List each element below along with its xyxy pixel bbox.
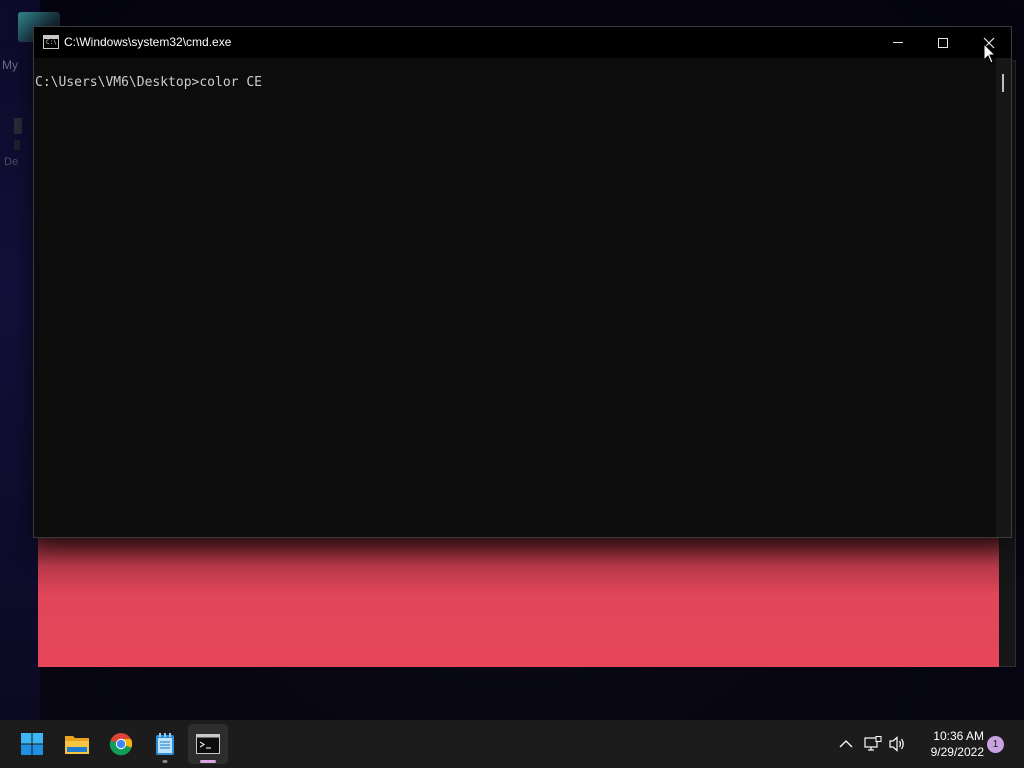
taskbar-chrome[interactable] bbox=[101, 724, 141, 764]
volume-button[interactable] bbox=[886, 732, 910, 756]
background-window-red-content bbox=[38, 537, 999, 667]
cmd-icon-prompt: C:\ bbox=[46, 39, 57, 46]
desktop-icon-fragment bbox=[14, 118, 22, 134]
window-title: C:\Windows\system32\cmd.exe bbox=[64, 35, 232, 49]
minimize-button[interactable] bbox=[875, 27, 921, 58]
cmd-window[interactable]: C:\ C:\Windows\system32\cmd.exe C:\Users… bbox=[33, 26, 1012, 538]
vertical-scrollbar[interactable] bbox=[996, 58, 1011, 537]
cmd-app-icon[interactable]: C:\ bbox=[43, 35, 59, 49]
clock-time: 10:36 AM bbox=[933, 729, 984, 743]
desktop-icon-label: De bbox=[4, 156, 19, 168]
chrome-icon bbox=[109, 733, 133, 756]
active-indicator bbox=[200, 760, 216, 763]
taskbar-command-prompt[interactable] bbox=[188, 724, 228, 764]
maximize-icon bbox=[938, 37, 948, 48]
console-prompt-line: C:\Users\VM6\Desktop>color CE bbox=[35, 75, 262, 90]
speaker-icon bbox=[889, 736, 904, 752]
console-output[interactable]: C:\Users\VM6\Desktop>color CE bbox=[34, 58, 996, 537]
desktop-icon-fragment bbox=[14, 140, 20, 150]
clock-date: 9/29/2022 bbox=[930, 745, 984, 759]
chevron-up-icon bbox=[839, 740, 853, 748]
taskbar-file-explorer[interactable] bbox=[57, 724, 97, 764]
network-button[interactable] bbox=[861, 732, 885, 756]
windows-start-icon bbox=[21, 733, 43, 755]
folder-icon bbox=[65, 736, 89, 754]
minimize-icon bbox=[893, 42, 903, 43]
terminal-icon bbox=[196, 734, 220, 754]
clock-button[interactable]: 10:36 AM 9/29/2022 bbox=[912, 728, 984, 760]
title-bar[interactable]: C:\ C:\Windows\system32\cmd.exe bbox=[34, 27, 1011, 58]
taskbar: 10:36 AM 9/29/2022 bbox=[0, 720, 1024, 768]
desktop-icon-label: My bbox=[2, 58, 18, 72]
maximize-button[interactable] bbox=[920, 27, 966, 58]
scrollbar-thumb[interactable] bbox=[1002, 74, 1004, 92]
running-indicator bbox=[162, 760, 168, 763]
taskbar-notepad[interactable] bbox=[145, 724, 185, 764]
notepad-icon bbox=[156, 733, 174, 755]
network-icon bbox=[864, 736, 882, 751]
mouse-pointer-icon bbox=[983, 43, 997, 64]
start-button[interactable] bbox=[12, 724, 52, 764]
notification-badge[interactable]: 1 bbox=[987, 736, 1004, 753]
show-hidden-icons-button[interactable] bbox=[834, 732, 858, 756]
